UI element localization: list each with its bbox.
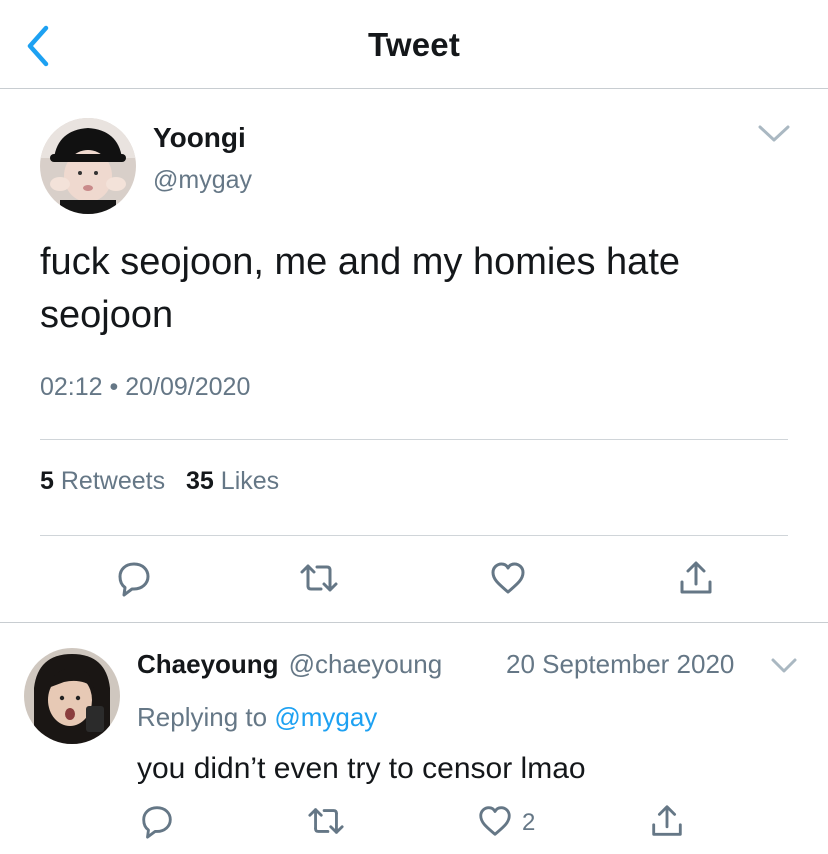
like-icon	[479, 806, 511, 836]
retweet-icon	[300, 564, 338, 592]
retweets-count: 5	[40, 467, 54, 495]
reply-header: Chaeyoung @chaeyoung	[137, 649, 442, 680]
avatar[interactable]	[40, 118, 136, 214]
reply-author-name[interactable]: Chaeyoung	[137, 649, 279, 679]
tweet-time: 02:12	[40, 373, 103, 401]
tweet-date: 20/09/2020	[125, 373, 251, 401]
avatar-image	[40, 118, 136, 214]
page-title: Tweet	[367, 26, 461, 63]
chevron-down-icon	[758, 125, 790, 142]
tweet-stats: 5 Retweets 35 Likes	[40, 467, 293, 496]
chevron-down-icon	[771, 658, 797, 673]
tweet-timestamp: 02:12 • 20/09/2020	[40, 373, 250, 402]
reply-tweet[interactable]: Chaeyoung @chaeyoung 20 September 2020 Re…	[0, 624, 828, 854]
divider	[40, 535, 788, 536]
retweets-stat[interactable]: 5 Retweets	[40, 467, 165, 495]
retweet-icon	[308, 808, 344, 834]
reply-button[interactable]	[114, 558, 154, 598]
likes-label: Likes	[220, 467, 280, 495]
like-icon	[491, 562, 525, 594]
author-handle[interactable]: @mygay	[153, 166, 252, 195]
replying-handle-link[interactable]: @mygay	[274, 702, 377, 732]
share-icon	[680, 561, 712, 594]
reply-button[interactable]	[138, 802, 176, 840]
share-icon	[652, 805, 682, 836]
nav-bar: Tweet	[0, 0, 828, 89]
tweet-text: fuck seojoon, me and my homies hate seoj…	[40, 241, 681, 336]
replying-to: Replying to @mygay	[137, 702, 377, 733]
like-button[interactable]	[488, 558, 528, 598]
author-name[interactable]: Yoongi	[153, 122, 246, 154]
divider	[40, 439, 788, 440]
reply-date: 20 September 2020	[506, 649, 735, 679]
timestamp-separator: •	[109, 373, 119, 401]
retweet-button[interactable]	[299, 558, 339, 598]
share-button[interactable]	[676, 558, 716, 598]
reply-text: you didn’t even try to censor lmao	[137, 752, 586, 785]
replying-prefix: Replying to	[137, 702, 268, 732]
likes-count: 35	[186, 467, 214, 495]
avatar-image	[24, 648, 120, 744]
share-button[interactable]	[648, 802, 686, 840]
like-button[interactable]	[476, 802, 514, 840]
reply-like-count: 2	[522, 809, 536, 836]
retweets-label: Retweets	[60, 467, 166, 495]
tweet-options-button[interactable]	[756, 122, 792, 146]
retweet-button[interactable]	[307, 802, 345, 840]
reply-icon	[118, 562, 150, 597]
main-tweet: Yoongi @mygay fuck seojoon, me and my ho…	[0, 90, 828, 623]
avatar[interactable]	[24, 648, 120, 744]
likes-stat[interactable]: 35 Likes	[186, 467, 279, 495]
reply-icon	[142, 806, 172, 839]
reply-author-handle[interactable]: @chaeyoung	[289, 649, 443, 679]
reply-options-button[interactable]	[770, 656, 798, 676]
